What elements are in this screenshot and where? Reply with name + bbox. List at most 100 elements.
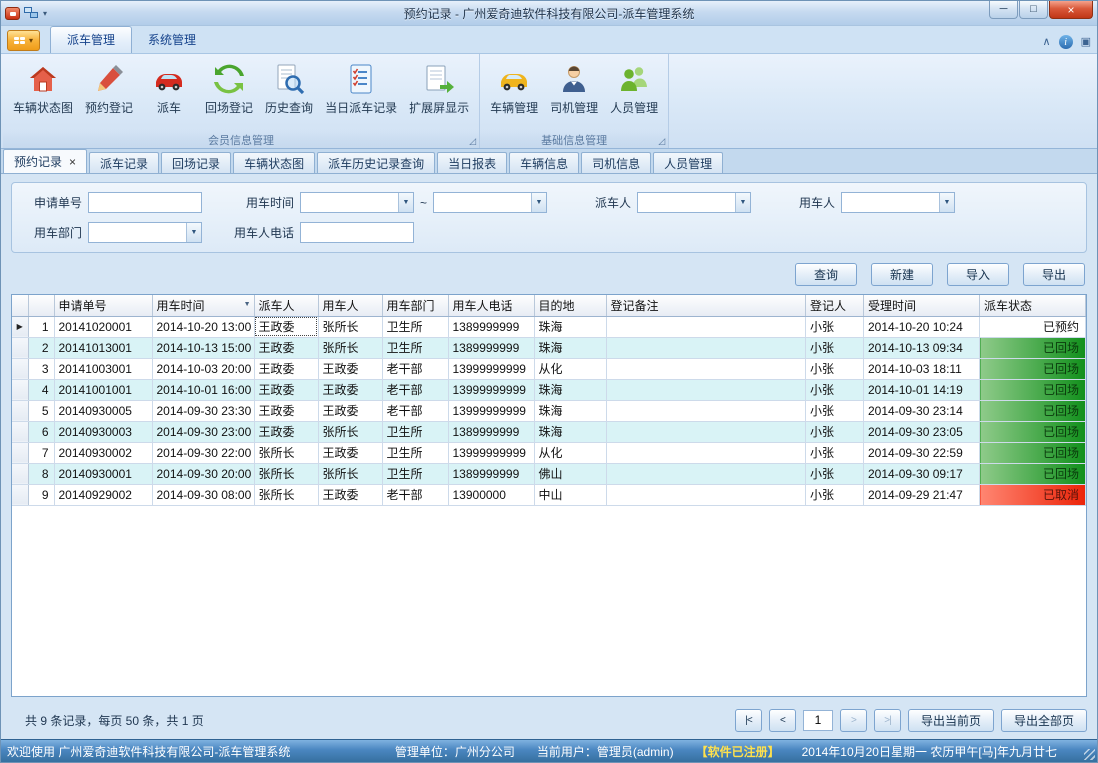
cell-order_no[interactable]: 20141003001 [54,358,152,379]
page-number-input[interactable]: 1 [803,710,833,731]
cell-note[interactable] [606,358,806,379]
last-page-button[interactable]: >| [874,709,901,732]
cascade-windows-icon[interactable] [24,7,39,20]
collapse-ribbon-icon[interactable]: ∧ [1043,37,1051,48]
ribbon-button-车辆管理[interactable]: 车辆管理 [484,59,544,120]
cell-registrar[interactable]: 小张 [806,463,864,484]
license-status[interactable]: 【软件已注册】 [696,743,780,760]
use-time-to-combo[interactable]: ▼ [433,192,547,213]
ribbon-button-司机管理[interactable]: 司机管理 [544,59,604,120]
export-all-pages-button[interactable]: 导出全部页 [1001,709,1087,732]
cell-phone[interactable]: 13900000 [448,484,534,505]
cell-dest[interactable]: 中山 [534,484,606,505]
column-header-order_no[interactable]: 申请单号 [54,295,152,316]
app-menu-button[interactable]: ▾ [7,30,40,51]
cell-dept[interactable]: 卫生所 [382,421,448,442]
next-page-button[interactable]: > [840,709,867,732]
cell-dest[interactable]: 珠海 [534,337,606,358]
table-row[interactable]: 8201409300012014-09-30 20:00张所长张所长卫生所138… [12,463,1086,484]
ribbon-button-回场登记[interactable]: 回场登记 [199,59,259,120]
cell-note[interactable] [606,379,806,400]
export-current-page-button[interactable]: 导出当前页 [908,709,994,732]
column-header-user[interactable]: 用车人 [318,295,382,316]
cell-dept[interactable]: 老干部 [382,379,448,400]
table-row[interactable]: 4201410010012014-10-01 16:00王政委王政委老干部139… [12,379,1086,400]
doc-tab-派车历史记录查询[interactable]: 派车历史记录查询 [317,152,435,173]
order-no-input[interactable] [88,192,202,213]
first-page-button[interactable]: |< [735,709,762,732]
cell-user[interactable]: 王政委 [318,442,382,463]
cell-accept_time[interactable]: 2014-10-13 09:34 [864,337,980,358]
chevron-down-icon[interactable]: ▼ [939,193,954,212]
ribbon-tab-派车管理[interactable]: 派车管理 [50,26,132,53]
chevron-down-icon[interactable]: ▼ [398,193,413,212]
ribbon-button-派车[interactable]: 派车 [139,59,199,120]
doc-tab-当日报表[interactable]: 当日报表 [437,152,507,173]
column-header-phone[interactable]: 用车人电话 [448,295,534,316]
cell-use_time[interactable]: 2014-10-20 13:00 [152,316,254,337]
cell-dispatcher[interactable]: 王政委 [254,400,318,421]
close-button[interactable]: × [1049,1,1093,19]
cell-note[interactable] [606,337,806,358]
cell-status[interactable]: 已回场 [980,379,1086,400]
chevron-down-icon[interactable]: ▼ [186,223,201,242]
cell-phone[interactable]: 13999999999 [448,358,534,379]
minimize-button[interactable]: ─ [989,1,1018,19]
table-row[interactable]: ▶1201410200012014-10-20 13:00王政委张所长卫生所13… [12,316,1086,337]
cell-status[interactable]: 已回场 [980,442,1086,463]
cell-dept[interactable]: 老干部 [382,484,448,505]
cell-dept[interactable]: 卫生所 [382,442,448,463]
cell-registrar[interactable]: 小张 [806,358,864,379]
cell-note[interactable] [606,442,806,463]
cell-registrar[interactable]: 小张 [806,337,864,358]
cell-order_no[interactable]: 20141020001 [54,316,152,337]
cell-use_time[interactable]: 2014-09-30 23:00 [152,421,254,442]
cell-accept_time[interactable]: 2014-09-30 23:05 [864,421,980,442]
doc-tab-派车记录[interactable]: 派车记录 [89,152,159,173]
column-header-note[interactable]: 登记备注 [606,295,806,316]
table-row[interactable]: 9201409290022014-09-30 08:00张所长王政委老干部139… [12,484,1086,505]
doc-tab-车辆信息[interactable]: 车辆信息 [509,152,579,173]
cell-phone[interactable]: 13999999999 [448,442,534,463]
doc-tab-车辆状态图[interactable]: 车辆状态图 [233,152,315,173]
app-icon[interactable] [5,7,20,20]
cell-dept[interactable]: 卫生所 [382,337,448,358]
chevron-down-icon[interactable]: ▼ [531,193,546,212]
cell-dest[interactable]: 珠海 [534,421,606,442]
cell-use_time[interactable]: 2014-09-30 22:00 [152,442,254,463]
doc-tab-司机信息[interactable]: 司机信息 [581,152,651,173]
table-row[interactable]: 6201409300032014-09-30 23:00王政委张所长卫生所138… [12,421,1086,442]
cell-note[interactable] [606,421,806,442]
cell-accept_time[interactable]: 2014-10-20 10:24 [864,316,980,337]
group-dialog-launcher-icon[interactable]: ◿ [469,137,476,146]
cell-note[interactable] [606,316,806,337]
cell-user[interactable]: 张所长 [318,463,382,484]
cell-user[interactable]: 张所长 [318,421,382,442]
column-header-registrar[interactable]: 登记人 [806,295,864,316]
ribbon-button-历史查询[interactable]: 历史查询 [259,59,319,120]
quick-access-dropdown-icon[interactable]: ▾ [43,9,47,18]
cell-dest[interactable]: 珠海 [534,379,606,400]
cell-registrar[interactable]: 小张 [806,379,864,400]
cell-user[interactable]: 王政委 [318,484,382,505]
new-button[interactable]: 新建 [871,263,933,286]
dispatcher-combo[interactable]: ▼ [637,192,751,213]
cell-registrar[interactable]: 小张 [806,442,864,463]
cell-use_time[interactable]: 2014-09-30 08:00 [152,484,254,505]
skin-icon[interactable]: ▣ [1081,37,1091,48]
cell-dispatcher[interactable]: 王政委 [254,337,318,358]
cell-registrar[interactable]: 小张 [806,484,864,505]
maximize-button[interactable]: □ [1019,1,1048,19]
cell-order_no[interactable]: 20140930001 [54,463,152,484]
cell-registrar[interactable]: 小张 [806,400,864,421]
cell-user[interactable]: 王政委 [318,358,382,379]
cell-dispatcher[interactable]: 王政委 [254,421,318,442]
import-button[interactable]: 导入 [947,263,1009,286]
cell-phone[interactable]: 1389999999 [448,421,534,442]
table-row[interactable]: 7201409300022014-09-30 22:00张所长王政委卫生所139… [12,442,1086,463]
phone-input[interactable] [300,222,414,243]
group-dialog-launcher-icon[interactable]: ◿ [658,137,665,146]
cell-user[interactable]: 张所长 [318,337,382,358]
cell-order_no[interactable]: 20140930005 [54,400,152,421]
cell-accept_time[interactable]: 2014-09-30 22:59 [864,442,980,463]
